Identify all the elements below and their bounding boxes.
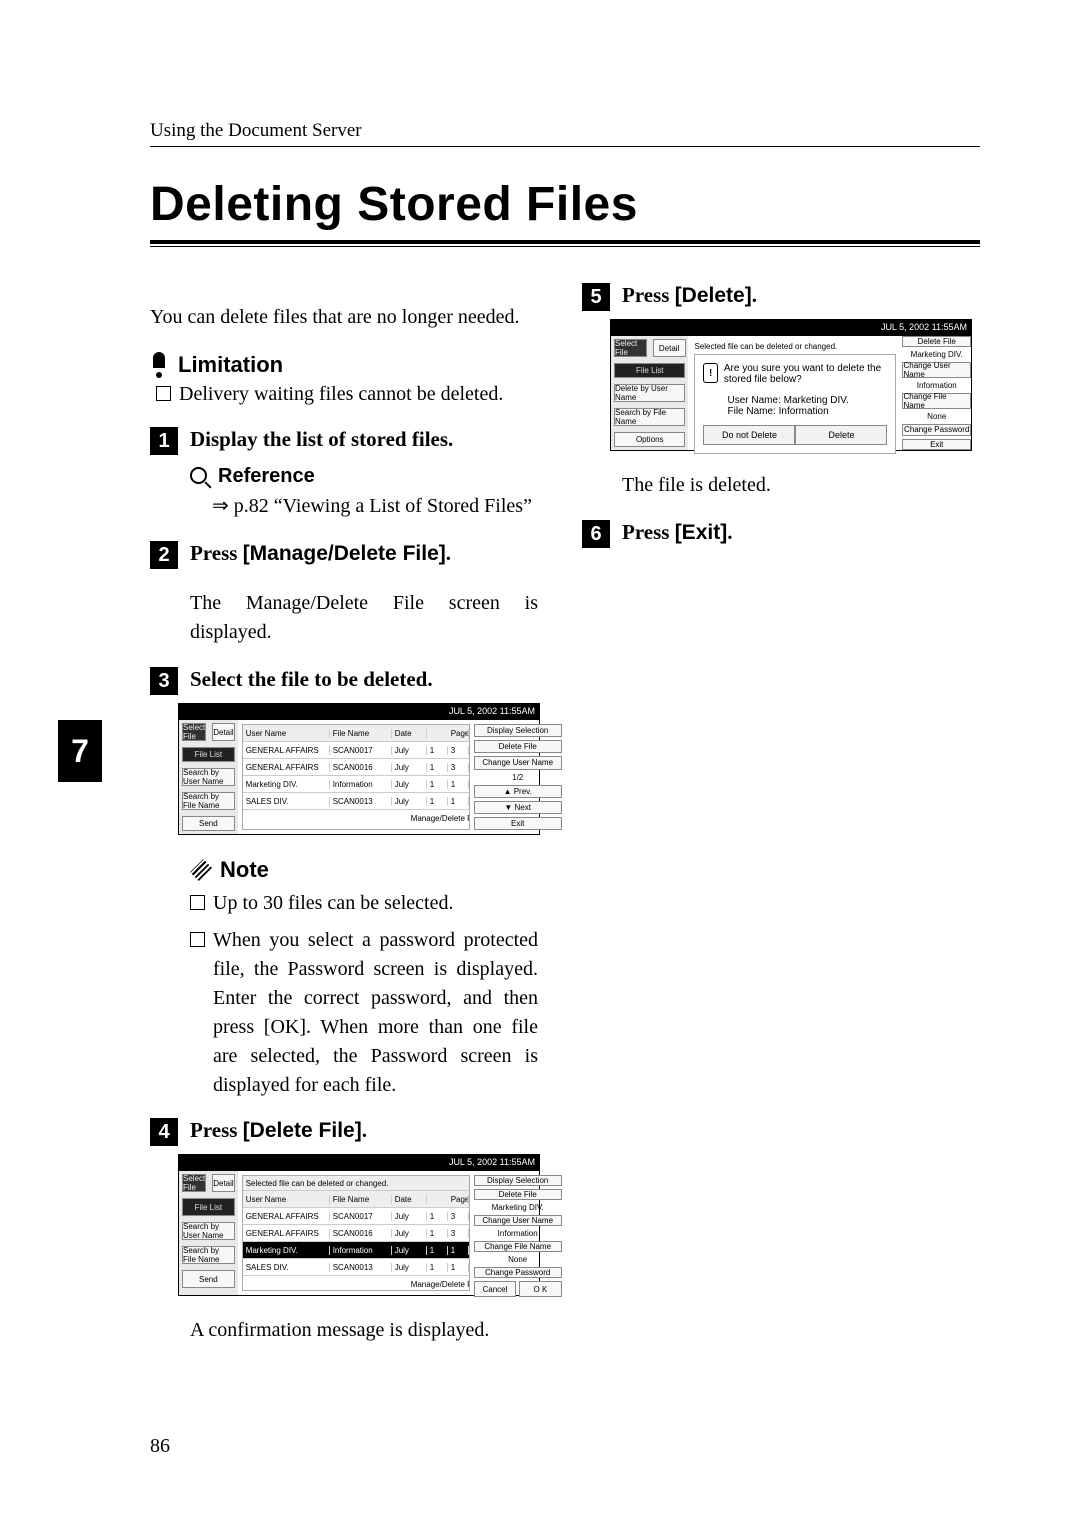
ui-select-file-tab[interactable]: Select File bbox=[182, 1174, 206, 1192]
ui-prev-button[interactable]: ▲ Prev. bbox=[474, 785, 562, 798]
ui-delete-file-button[interactable]: Delete File bbox=[474, 740, 562, 753]
step-4-text: Press [Delete File]. bbox=[190, 1118, 367, 1143]
ui-file-table: User Name File Name Date Page GENERAL AF… bbox=[242, 724, 470, 830]
ui-ok-button[interactable]: O K bbox=[519, 1281, 562, 1297]
reference-icon bbox=[190, 467, 210, 487]
chapter-tab: 7 bbox=[58, 720, 102, 782]
ui-delete-button[interactable]: Delete bbox=[795, 425, 887, 445]
ui-change-user-button[interactable]: Change User Name bbox=[902, 362, 971, 378]
ui-manage-delete-button[interactable]: Manage/Delete File bbox=[408, 814, 469, 823]
ui-search-file-button[interactable]: Search by File Name bbox=[182, 792, 235, 810]
limitation-icon bbox=[150, 352, 168, 378]
bullet-box-icon bbox=[190, 932, 205, 947]
ui-change-user-button[interactable]: Change User Name bbox=[474, 756, 562, 769]
ui-search-user-button[interactable]: Search by User Name bbox=[182, 1222, 235, 1240]
confirm-question: Are you sure you want to delete the stor… bbox=[724, 363, 888, 385]
step-2-text: Press [Manage/Delete File]. bbox=[190, 541, 451, 566]
step-3-text: Select the file to be deleted. bbox=[190, 667, 433, 692]
ui-options-button[interactable]: Options bbox=[614, 432, 685, 447]
ui-delete-file-button[interactable]: Delete File bbox=[474, 1189, 562, 1200]
ui-file-list-button[interactable]: File List bbox=[614, 363, 685, 378]
step-1-number: 1 bbox=[150, 427, 178, 455]
ui-file-list-button[interactable]: File List bbox=[182, 747, 235, 762]
step-1-text: Display the list of stored files. bbox=[190, 427, 453, 452]
reference-heading: Reference bbox=[218, 465, 315, 488]
ui-cancel-button[interactable]: Cancel bbox=[474, 1281, 517, 1297]
intro-text: You can delete files that are no longer … bbox=[150, 303, 538, 332]
step-3-number: 3 bbox=[150, 667, 178, 695]
ui-select-file-tab[interactable]: Select File bbox=[182, 723, 206, 741]
page-title: Deleting Stored Files bbox=[150, 177, 980, 232]
note-item-1: Up to 30 files can be selected. bbox=[213, 889, 453, 918]
step-6-text: Press [Exit]. bbox=[622, 520, 732, 545]
table-row[interactable]: Marketing DIV.InformationJuly11 bbox=[243, 776, 469, 793]
ui-change-file-button[interactable]: Change File Name bbox=[902, 393, 971, 409]
arrow-icon: ⇒ bbox=[212, 495, 229, 517]
step-4-screenshot: JUL 5, 2002 11:55AM Select File Detail F… bbox=[178, 1154, 540, 1296]
step-5-number: 5 bbox=[582, 283, 610, 311]
ui-change-password-button[interactable]: Change Password bbox=[902, 424, 971, 435]
table-row[interactable]: GENERAL AFFAIRSSCAN0016July13 bbox=[243, 1225, 469, 1242]
ui-detail-tab[interactable]: Detail bbox=[212, 723, 234, 741]
table-row[interactable]: GENERAL AFFAIRSSCAN0017July13 bbox=[243, 742, 469, 759]
page-number: 86 bbox=[150, 1435, 170, 1458]
ui-file-table: Selected file can be deleted or changed.… bbox=[242, 1175, 470, 1291]
table-row[interactable]: GENERAL AFFAIRSSCAN0016July13 bbox=[243, 759, 469, 776]
ui-send-button[interactable]: Send bbox=[182, 816, 235, 831]
step-4-after: A confirmation message is displayed. bbox=[190, 1316, 538, 1345]
bullet-box-icon bbox=[156, 386, 171, 401]
ui-search-file-button[interactable]: Search by File Name bbox=[182, 1246, 235, 1264]
ui-next-button[interactable]: ▼ Next bbox=[474, 801, 562, 814]
ui-exit-button[interactable]: Exit bbox=[474, 817, 562, 830]
limitation-item: Delivery waiting files cannot be deleted… bbox=[179, 380, 503, 409]
step-5-after: The file is deleted. bbox=[622, 471, 970, 500]
ui-select-file-tab[interactable]: Select File bbox=[614, 339, 647, 357]
ui-delete-file-button[interactable]: Delete File bbox=[902, 336, 971, 347]
ui-send-button[interactable]: Send bbox=[182, 1270, 235, 1288]
ui-file-list-button[interactable]: File List bbox=[182, 1198, 235, 1216]
bullet-box-icon bbox=[190, 895, 205, 910]
note-item-2: When you select a password protected fil… bbox=[213, 926, 538, 1100]
ui-change-user-button[interactable]: Change User Name bbox=[474, 1215, 562, 1226]
step-2-number: 2 bbox=[150, 541, 178, 569]
warning-icon: ! bbox=[703, 363, 717, 383]
ui-display-selection-button[interactable]: Display Selection bbox=[474, 724, 562, 737]
step-4-number: 4 bbox=[150, 1118, 178, 1146]
ui-display-selection-button[interactable]: Display Selection bbox=[474, 1175, 562, 1186]
ui-delete-by-user-button[interactable]: Delete by User Name bbox=[614, 384, 685, 402]
step-6-number: 6 bbox=[582, 520, 610, 548]
ui-manage-delete-button[interactable]: Manage/Delete File bbox=[408, 1280, 469, 1289]
running-head: Using the Document Server bbox=[150, 120, 980, 147]
ui-detail-tab[interactable]: Detail bbox=[212, 1174, 234, 1192]
table-row-selected[interactable]: Marketing DIV.InformationJuly11 bbox=[243, 1242, 469, 1259]
table-row[interactable]: GENERAL AFFAIRSSCAN0017July13 bbox=[243, 1208, 469, 1225]
table-row[interactable]: SALES DIV.SCAN0013July11 bbox=[243, 1259, 469, 1276]
ui-detail-tab[interactable]: Detail bbox=[653, 339, 686, 357]
ui-search-file-button[interactable]: Search by File Name bbox=[614, 408, 685, 426]
step-5-screenshot: JUL 5, 2002 11:55AM Select File Detail F… bbox=[610, 319, 972, 451]
note-heading: Note bbox=[220, 857, 269, 883]
reference-text: p.82 “Viewing a List of Stored Files” bbox=[234, 495, 532, 517]
note-icon bbox=[190, 859, 212, 881]
step-2-after: The Manage/Delete File screen is display… bbox=[190, 589, 538, 647]
ui-search-user-button[interactable]: Search by User Name bbox=[182, 768, 235, 786]
ui-change-password-button[interactable]: Change Password bbox=[474, 1267, 562, 1278]
ui-change-file-button[interactable]: Change File Name bbox=[474, 1241, 562, 1252]
title-rule bbox=[150, 240, 980, 247]
ui-do-not-delete-button[interactable]: Do not Delete bbox=[703, 425, 795, 445]
ui-exit-button[interactable]: Exit bbox=[902, 439, 971, 450]
step-3-screenshot: JUL 5, 2002 11:55AM Select File Detail F… bbox=[178, 703, 540, 835]
limitation-heading: Limitation bbox=[178, 352, 283, 378]
step-5-text: Press [Delete]. bbox=[622, 283, 757, 308]
table-row[interactable]: SALES DIV.SCAN0013July11 bbox=[243, 793, 469, 810]
